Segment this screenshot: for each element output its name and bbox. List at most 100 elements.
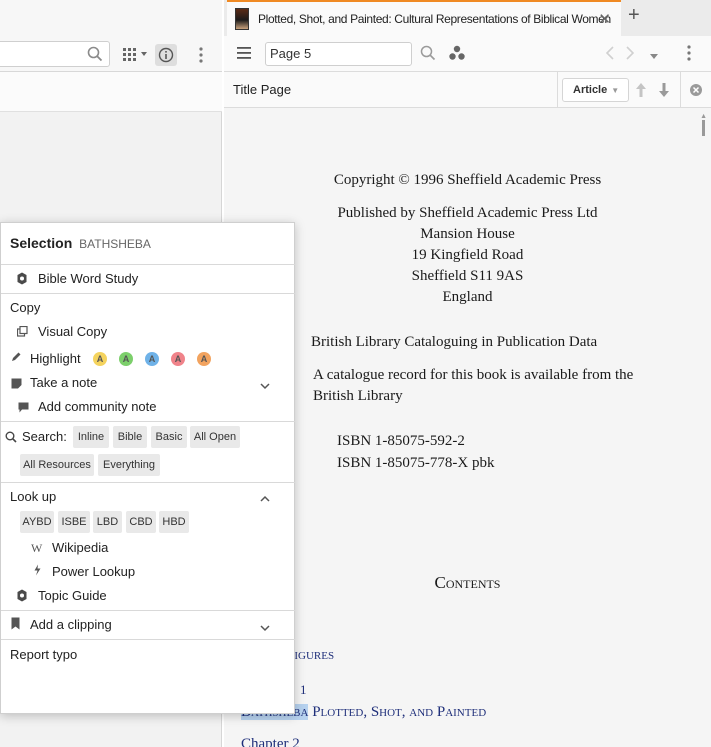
highlight-green-swatch[interactable]: A — [119, 352, 133, 366]
document-view[interactable]: ▲ Copyright © 1996 Sheffield Academic Pr… — [224, 108, 711, 747]
divider — [1, 482, 295, 483]
catalogue-record-line: British Library — [313, 388, 403, 404]
divider — [557, 72, 558, 108]
note-icon — [11, 377, 22, 392]
parallel-resources-icon[interactable] — [448, 45, 466, 64]
search-all-open-chip[interactable]: All Open — [190, 426, 240, 448]
wikipedia-item[interactable]: Wikipedia — [52, 540, 108, 555]
history-forward-icon[interactable] — [625, 45, 635, 64]
cataloguing-heading: British Library Cataloguing in Publicati… — [311, 334, 598, 350]
chevron-down-icon[interactable] — [260, 378, 270, 393]
more-menu-icon[interactable] — [687, 45, 691, 64]
lookup-heading[interactable]: Look up — [10, 489, 56, 504]
divider — [680, 72, 681, 108]
report-typo-item[interactable]: Report typo — [10, 647, 77, 662]
publisher-line: Published by Sheffield Academic Press Lt… — [337, 205, 598, 221]
visual-copy-item[interactable]: Visual Copy — [38, 324, 107, 339]
toc-chapter1-number[interactable]: 1 — [300, 682, 307, 698]
highlight-orange-swatch[interactable]: A — [197, 352, 211, 366]
history-back-icon[interactable] — [605, 45, 615, 64]
lookup-aybd-chip[interactable]: AYBD — [20, 511, 54, 533]
chevron-down-icon: ▼ — [611, 86, 620, 95]
chevron-down-icon[interactable] — [260, 620, 270, 635]
wikipedia-icon: W — [31, 541, 43, 555]
search-label: Search: — [22, 429, 67, 444]
lookup-isbe-chip[interactable]: ISBE — [58, 511, 90, 533]
toc-chapter1-title: Plotted, Shot, and Painted — [308, 704, 487, 720]
search-basic-chip[interactable]: Basic — [151, 426, 187, 448]
arrow-up-icon[interactable] — [635, 82, 647, 101]
info-icon[interactable] — [155, 44, 177, 66]
bible-word-study-icon — [17, 272, 27, 288]
article-dropdown-button[interactable]: Article ▼ — [562, 78, 629, 102]
highlight-red-swatch[interactable]: A — [171, 352, 185, 366]
lookup-hbd-chip[interactable]: HBD — [159, 511, 189, 533]
publisher-line: 19 Kingfield Road — [411, 247, 524, 263]
new-tab-icon[interactable]: + — [628, 4, 640, 27]
search-icon[interactable] — [420, 45, 436, 64]
topic-guide-item[interactable]: Topic Guide — [38, 588, 107, 603]
arrow-down-icon[interactable] — [658, 82, 670, 101]
divider — [1, 639, 295, 640]
selection-word: BATHSHEBA — [79, 237, 151, 251]
publisher-line: Sheffield S11 9AS — [411, 268, 524, 284]
close-circle-icon[interactable] — [689, 83, 703, 100]
view-mode-icon[interactable] — [121, 44, 151, 66]
chevron-up-icon[interactable] — [260, 491, 270, 506]
community-note-item[interactable]: Add community note — [38, 399, 157, 414]
highlight-item[interactable]: Highlight — [30, 351, 81, 366]
toc-chapter2-link[interactable]: Chapter 2 — [241, 736, 300, 747]
catalogue-record-line: A catalogue record for this book is avai… — [313, 367, 634, 383]
left-subheader — [0, 72, 222, 112]
publisher-line: England — [442, 289, 493, 305]
search-icon[interactable] — [87, 46, 103, 65]
divider — [1, 610, 295, 611]
contents-heading: Contents — [434, 573, 501, 592]
search-bible-chip[interactable]: Bible — [113, 426, 147, 448]
scroll-up-icon[interactable]: ▲ — [700, 113, 707, 120]
lookup-lbd-chip[interactable]: LBD — [93, 511, 122, 533]
book-cover-thumbnail — [235, 8, 249, 30]
tab-active[interactable]: Plotted, Shot, and Painted: Cultural Rep… — [227, 0, 621, 36]
close-tab-icon[interactable]: ✕ — [598, 10, 611, 28]
copy-heading[interactable]: Copy — [10, 300, 40, 315]
divider — [1, 264, 295, 265]
reader-header: Title Page Article ▼ — [224, 72, 711, 108]
topic-guide-icon — [17, 589, 27, 605]
search-all-resources-chip[interactable]: All Resources — [20, 454, 94, 476]
selection-label: Selection — [10, 235, 73, 251]
tab-title: Plotted, Shot, and Painted: Cultural Rep… — [258, 12, 611, 26]
lookup-cbd-chip[interactable]: CBD — [126, 511, 156, 533]
reference-box-input[interactable]: Page 5 — [265, 42, 412, 66]
section-title: Title Page — [233, 82, 292, 97]
left-toolbar — [0, 0, 222, 72]
highlight-yellow-swatch[interactable]: A — [93, 352, 107, 366]
divider — [1, 293, 295, 294]
history-dropdown-icon[interactable] — [649, 49, 659, 64]
publisher-line: Mansion House — [420, 226, 515, 242]
clipping-icon — [11, 617, 20, 633]
search-icon — [5, 431, 17, 446]
panel-menu-icon[interactable] — [236, 46, 252, 63]
add-clipping-item[interactable]: Add a clipping — [30, 617, 112, 632]
power-lookup-item[interactable]: Power Lookup — [52, 564, 135, 579]
more-menu-icon[interactable] — [190, 44, 212, 66]
take-note-item[interactable]: Take a note — [30, 375, 97, 390]
isbn-line: ISBN 1-85075-592-2 — [337, 433, 465, 449]
divider — [1, 421, 295, 422]
selection-heading: Selection BATHSHEBA — [10, 235, 151, 251]
tab-bar: Plotted, Shot, and Painted: Cultural Rep… — [224, 0, 711, 36]
visual-copy-icon — [16, 325, 28, 340]
highlight-blue-swatch[interactable]: A — [145, 352, 159, 366]
community-note-icon — [18, 401, 29, 416]
search-everything-chip[interactable]: Everything — [98, 454, 160, 476]
reader-toolbar: Page 5 — [224, 36, 711, 72]
search-inline-chip[interactable]: Inline — [73, 426, 109, 448]
scrollbar-thumb[interactable] — [702, 120, 705, 136]
selection-context-menu: Selection BATHSHEBA Bible Word Study Cop… — [0, 222, 295, 714]
copyright-line: Copyright © 1996 Sheffield Academic Pres… — [333, 172, 602, 188]
highlight-pen-icon — [10, 351, 22, 366]
bible-word-study-item[interactable]: Bible Word Study — [38, 271, 138, 286]
left-search-input[interactable] — [0, 41, 110, 67]
article-label: Article — [573, 84, 608, 96]
